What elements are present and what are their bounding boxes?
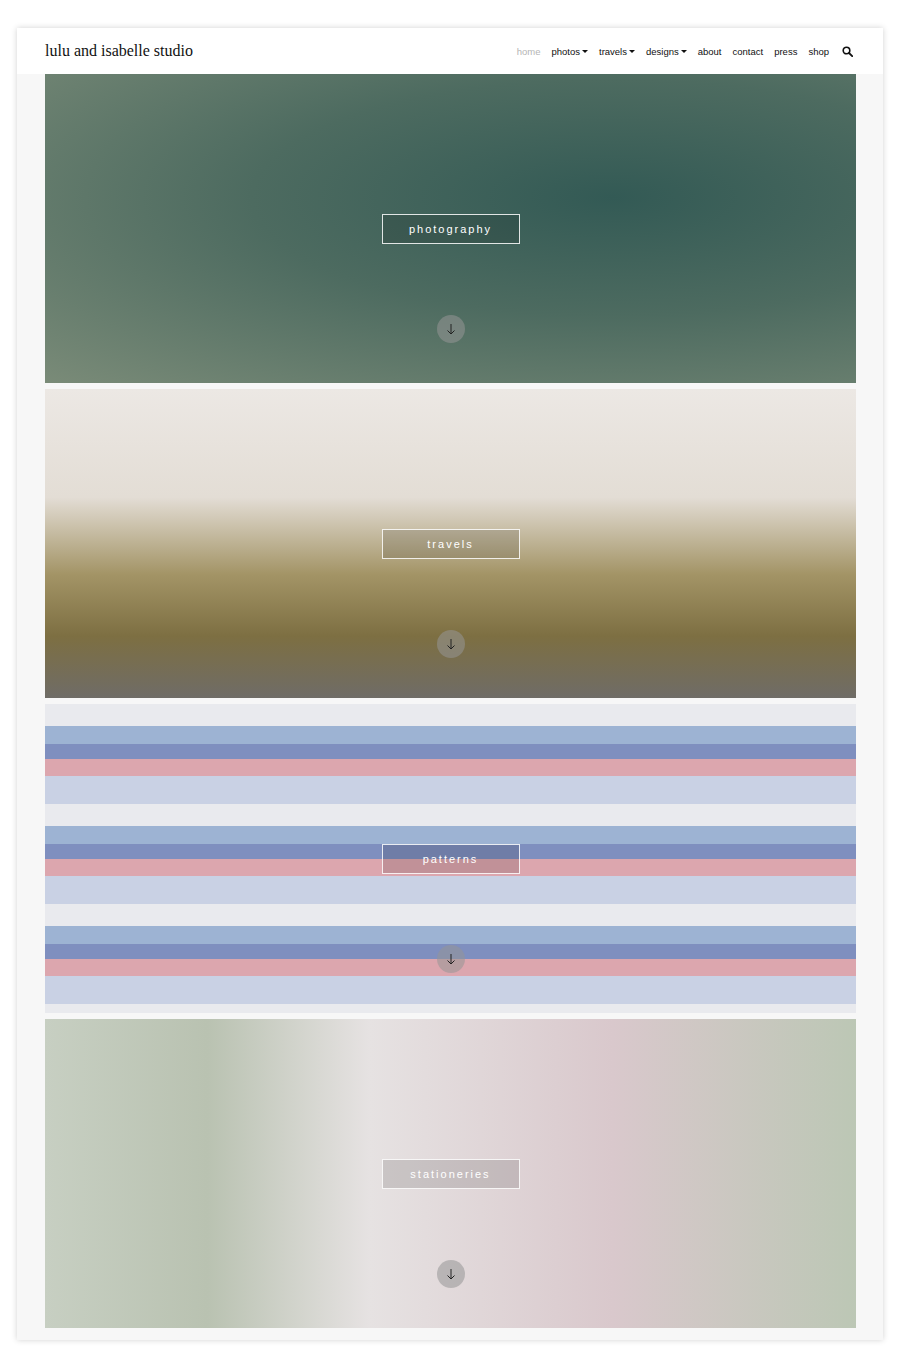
scroll-down-button[interactable] (437, 315, 465, 343)
panel-label[interactable]: patterns (382, 844, 520, 874)
arrow-down-icon (446, 323, 456, 335)
site-header: lulu and isabelle studio home photos tra… (17, 28, 883, 74)
main-nav: home photos travels designs about contac… (517, 46, 853, 57)
scroll-down-button[interactable] (437, 630, 465, 658)
arrow-down-icon (446, 638, 456, 650)
arrow-down-icon (446, 953, 456, 965)
caret-icon (629, 50, 635, 53)
site-logo[interactable]: lulu and isabelle studio (45, 42, 193, 60)
nav-item[interactable]: photos (551, 46, 588, 57)
scroll-down-button[interactable] (437, 945, 465, 973)
search-icon[interactable] (842, 46, 853, 57)
panel-label[interactable]: photography (382, 214, 520, 244)
caret-icon (681, 50, 687, 53)
nav-item[interactable]: travels (599, 46, 635, 57)
page: lulu and isabelle studio home photos tra… (0, 0, 900, 1368)
hero-panel[interactable]: stationeries (45, 1019, 856, 1328)
arrow-down-icon (446, 1268, 456, 1280)
nav-item[interactable]: contact (733, 46, 764, 57)
hero-panel[interactable]: photography (45, 74, 856, 383)
hero-panel[interactable]: travels (45, 389, 856, 698)
site-card: lulu and isabelle studio home photos tra… (17, 28, 883, 1340)
panel-label[interactable]: travels (382, 529, 520, 559)
scroll-down-button[interactable] (437, 1260, 465, 1288)
nav-item[interactable]: about (698, 46, 722, 57)
nav-item[interactable]: press (774, 46, 797, 57)
nav-item[interactable]: designs (646, 46, 687, 57)
panel-list: photography travels patterns stationerie… (17, 74, 883, 1340)
hero-panel[interactable]: patterns (45, 704, 856, 1013)
caret-icon (582, 50, 588, 53)
nav-item[interactable]: shop (808, 46, 829, 57)
nav-item[interactable]: home (517, 46, 541, 57)
panel-label[interactable]: stationeries (382, 1159, 520, 1189)
